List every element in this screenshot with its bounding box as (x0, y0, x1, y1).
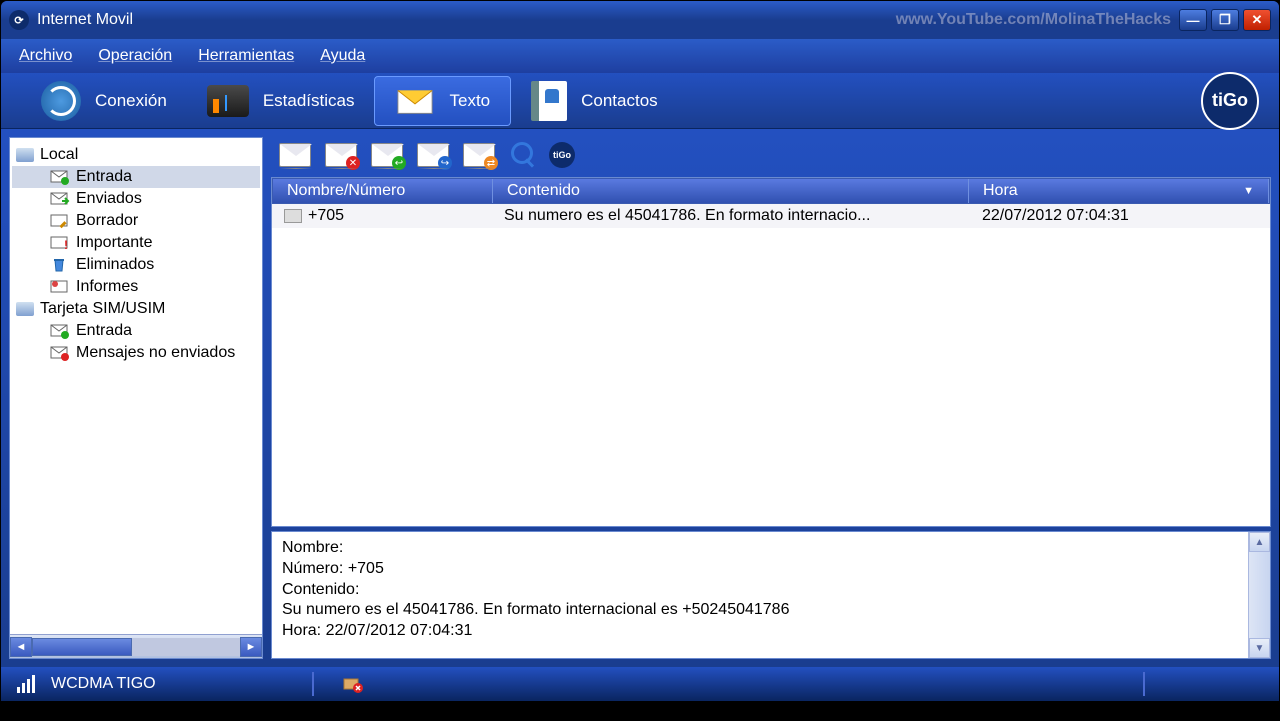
app-icon: ⟳ (9, 10, 29, 30)
signal-icon (17, 675, 35, 693)
folder-icon (16, 148, 34, 162)
tab-estadisticas-label: Estadísticas (263, 91, 355, 111)
column-time[interactable]: Hora (969, 179, 1269, 203)
message-grid: Nombre/Número Contenido Hora +705 Su num… (271, 177, 1271, 527)
menu-operacion[interactable]: Operación (98, 47, 172, 65)
folder-local[interactable]: Local (12, 144, 260, 166)
folder-tree: Local Entrada Enviados Borrador !Importa… (10, 138, 262, 634)
window-title: Internet Movil (37, 11, 896, 29)
send-receive-button[interactable]: ⇄ (463, 143, 495, 167)
scroll-track[interactable] (1249, 552, 1270, 638)
contacts-icon (531, 81, 567, 121)
search-button[interactable] (509, 142, 535, 168)
statusbar: WCDMA TIGO (1, 667, 1279, 701)
inbox-icon (50, 323, 70, 339)
sync-badge-icon: ⇄ (484, 156, 498, 170)
important-icon: ! (50, 235, 70, 251)
column-name[interactable]: Nombre/Número (273, 179, 493, 203)
scroll-right-button[interactable]: ► (240, 637, 262, 657)
brand-button[interactable]: tiGo (549, 142, 575, 168)
message-toolbar: ✕ ↩ ↪ ⇄ tiGo (271, 137, 1271, 173)
menu-ayuda[interactable]: Ayuda (320, 47, 365, 65)
connection-error-icon (342, 675, 364, 693)
envelope-icon (395, 83, 435, 119)
cell-content: Su numero es el 45041786. En formato int… (492, 207, 970, 225)
app-window: ⟳ Internet Movil www.YouTube.com/MolinaT… (1, 1, 1279, 701)
reports-icon (50, 279, 70, 295)
folder-no-enviados[interactable]: Mensajes no enviados (12, 342, 260, 364)
new-message-button[interactable] (279, 143, 311, 167)
preview-contenido: Su numero es el 45041786. En formato int… (282, 600, 1238, 621)
folder-informes[interactable]: Informes (12, 276, 260, 298)
reply-button[interactable]: ↩ (371, 143, 403, 167)
folder-sidebar: Local Entrada Enviados Borrador !Importa… (9, 137, 263, 659)
tab-contactos-label: Contactos (581, 91, 658, 111)
tab-conexion-label: Conexión (95, 91, 167, 111)
status-separator (1143, 672, 1145, 696)
grid-header: Nombre/Número Contenido Hora (272, 178, 1270, 204)
forward-badge-icon: ↪ (438, 156, 452, 170)
stats-icon (207, 85, 249, 117)
main-panel: ✕ ↩ ↪ ⇄ tiGo Nombre/Número Contenido Hor… (271, 137, 1271, 659)
trash-icon (50, 257, 70, 273)
tab-contactos[interactable]: Contactos (511, 76, 678, 126)
refresh-icon (41, 81, 81, 121)
reply-badge-icon: ↩ (392, 156, 406, 170)
scroll-thumb[interactable] (32, 638, 132, 656)
svg-text:!: ! (64, 238, 68, 251)
preview-nombre-label: Nombre: (282, 539, 343, 556)
tab-texto[interactable]: Texto (374, 76, 511, 126)
column-content[interactable]: Contenido (493, 179, 969, 203)
titlebar[interactable]: ⟳ Internet Movil www.YouTube.com/MolinaT… (1, 1, 1279, 39)
tab-estadisticas[interactable]: Estadísticas (187, 76, 375, 126)
message-read-icon (284, 209, 302, 223)
preview-hora: 22/07/2012 07:04:31 (326, 622, 473, 639)
preview-contenido-label: Contenido: (282, 581, 359, 598)
preview-numero: +705 (348, 560, 384, 577)
folder-icon (16, 302, 34, 316)
preview-numero-label: Número: (282, 560, 343, 577)
folder-sim[interactable]: Tarjeta SIM/USIM (12, 298, 260, 320)
preview-scrollbar[interactable]: ▲ ▼ (1248, 532, 1270, 658)
folder-eliminados[interactable]: Eliminados (12, 254, 260, 276)
network-status: WCDMA TIGO (51, 675, 156, 693)
preview-body[interactable]: Nombre: Número: +705 Contenido: Su numer… (272, 532, 1248, 658)
cell-time: 22/07/2012 07:04:31 (970, 207, 1270, 225)
cell-name: +705 (308, 207, 344, 224)
main-toolbar: Conexión Estadísticas Texto Contactos ti… (1, 73, 1279, 129)
message-preview: Nombre: Número: +705 Contenido: Su numer… (271, 531, 1271, 659)
brand-logo: tiGo (1201, 72, 1259, 130)
maximize-button[interactable]: ❐ (1211, 9, 1239, 31)
preview-hora-label: Hora: (282, 622, 321, 639)
content-area: Local Entrada Enviados Borrador !Importa… (1, 129, 1279, 667)
folder-entrada[interactable]: Entrada (12, 166, 260, 188)
tab-texto-label: Texto (449, 91, 490, 111)
menu-archivo[interactable]: Archivo (19, 47, 72, 65)
close-button[interactable]: ✕ (1243, 9, 1271, 31)
folder-borrador[interactable]: Borrador (12, 210, 260, 232)
sidebar-scrollbar[interactable]: ◄ ► (10, 634, 262, 658)
forward-button[interactable]: ↪ (417, 143, 449, 167)
delete-message-button[interactable]: ✕ (325, 143, 357, 167)
menubar: Archivo Operación Herramientas Ayuda (1, 39, 1279, 73)
folder-importante[interactable]: !Importante (12, 232, 260, 254)
scroll-up-button[interactable]: ▲ (1249, 532, 1270, 552)
scroll-track[interactable] (132, 638, 240, 656)
folder-enviados[interactable]: Enviados (12, 188, 260, 210)
scroll-left-button[interactable]: ◄ (10, 637, 32, 657)
delete-badge-icon: ✕ (346, 156, 360, 170)
status-separator (312, 672, 314, 696)
minimize-button[interactable]: — (1179, 9, 1207, 31)
message-row[interactable]: +705 Su numero es el 45041786. En format… (272, 204, 1270, 228)
sent-icon (50, 191, 70, 207)
inbox-icon (50, 169, 70, 185)
unsent-icon (50, 345, 70, 361)
draft-icon (50, 213, 70, 229)
tab-conexion[interactable]: Conexión (21, 76, 187, 126)
folder-sim-entrada[interactable]: Entrada (12, 320, 260, 342)
scroll-down-button[interactable]: ▼ (1249, 638, 1270, 658)
watermark-text: www.YouTube.com/MolinaTheHacks (896, 11, 1171, 29)
menu-herramientas[interactable]: Herramientas (198, 47, 294, 65)
